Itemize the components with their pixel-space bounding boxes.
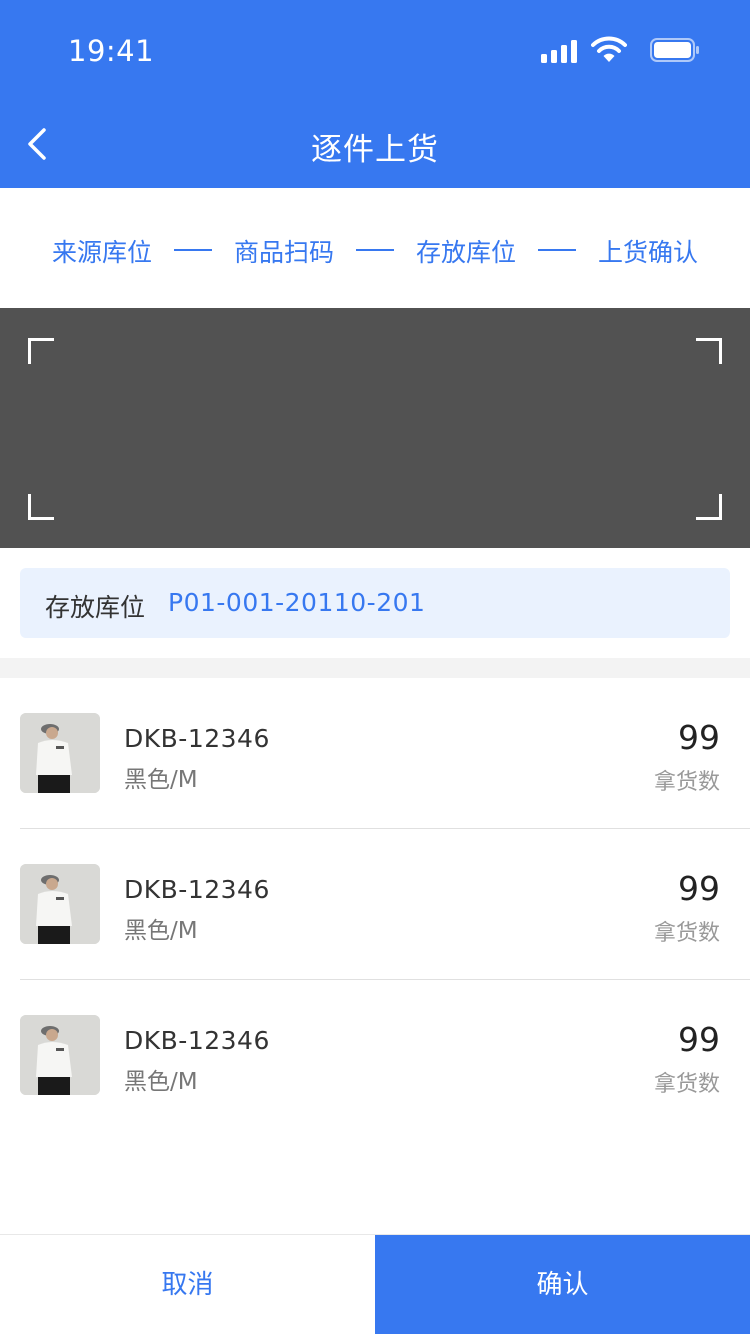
product-sku: DKB-12346 — [124, 724, 270, 753]
scan-corner-bottom-left — [28, 494, 54, 520]
quantity-label: 拿货数 — [653, 921, 720, 946]
product-list: DKB-12346 黑色/M 99 拿货数 DKB-12346 黑色/M 99 … — [0, 678, 750, 1131]
product-quantity: 99 — [678, 718, 720, 757]
step-confirm-shelving: 上货确认 — [597, 238, 698, 267]
step-indicator: 来源库位 商品扫码 存放库位 上货确认 — [0, 188, 750, 308]
status-time: 19:41 — [68, 34, 155, 68]
step-connector — [356, 249, 394, 251]
step-connector — [174, 249, 212, 251]
product-sku: DKB-12346 — [124, 875, 270, 904]
wifi-icon — [591, 36, 627, 62]
quantity-label: 拿货数 — [653, 1072, 720, 1097]
product-quantity: 99 — [678, 1020, 720, 1059]
action-bar: 取消 确认 — [0, 1234, 750, 1334]
storage-location-value: P01-001-20110-201 — [168, 588, 426, 617]
step-storage-location: 存放库位 — [415, 238, 516, 267]
product-variant: 黑色/M — [124, 918, 198, 944]
page-title: 逐件上货 — [311, 132, 439, 168]
product-image — [20, 1015, 100, 1095]
step-connector — [538, 249, 576, 251]
product-row[interactable]: DKB-12346 黑色/M 99 拿货数 — [0, 829, 750, 980]
product-variant: 黑色/M — [124, 1069, 198, 1095]
product-quantity: 99 — [678, 869, 720, 908]
nav-bar: 逐件上货 — [0, 100, 750, 188]
status-bar: 19:41 — [0, 0, 750, 88]
product-row[interactable]: DKB-12346 黑色/M 99 拿货数 — [0, 980, 750, 1131]
scan-corner-top-left — [28, 338, 54, 364]
quantity-label: 拿货数 — [653, 770, 720, 795]
section-divider — [0, 658, 750, 678]
product-image — [20, 864, 100, 944]
step-source-location: 来源库位 — [51, 238, 152, 267]
header: 19:41 逐件上货 — [0, 0, 750, 188]
product-variant: 黑色/M — [124, 767, 198, 793]
scan-corner-top-right — [696, 338, 722, 364]
storage-location-box: 存放库位 P01-001-20110-201 — [20, 568, 730, 638]
page: 19:41 逐件上货 来源库位 商品扫码 存放库位 上货确认 存放库位 P01-… — [0, 0, 750, 1334]
confirm-button[interactable]: 确认 — [375, 1235, 750, 1334]
scan-corner-bottom-right — [696, 494, 722, 520]
step-scan-product: 商品扫码 — [233, 238, 334, 267]
product-image — [20, 713, 100, 793]
signal-icon — [541, 40, 577, 63]
product-row[interactable]: DKB-12346 黑色/M 99 拿货数 — [0, 678, 750, 829]
cancel-button[interactable]: 取消 — [0, 1235, 375, 1334]
scanner-viewfinder[interactable] — [0, 308, 750, 548]
storage-location-label: 存放库位 — [45, 593, 146, 622]
battery-icon — [650, 38, 699, 62]
product-sku: DKB-12346 — [124, 1026, 270, 1055]
